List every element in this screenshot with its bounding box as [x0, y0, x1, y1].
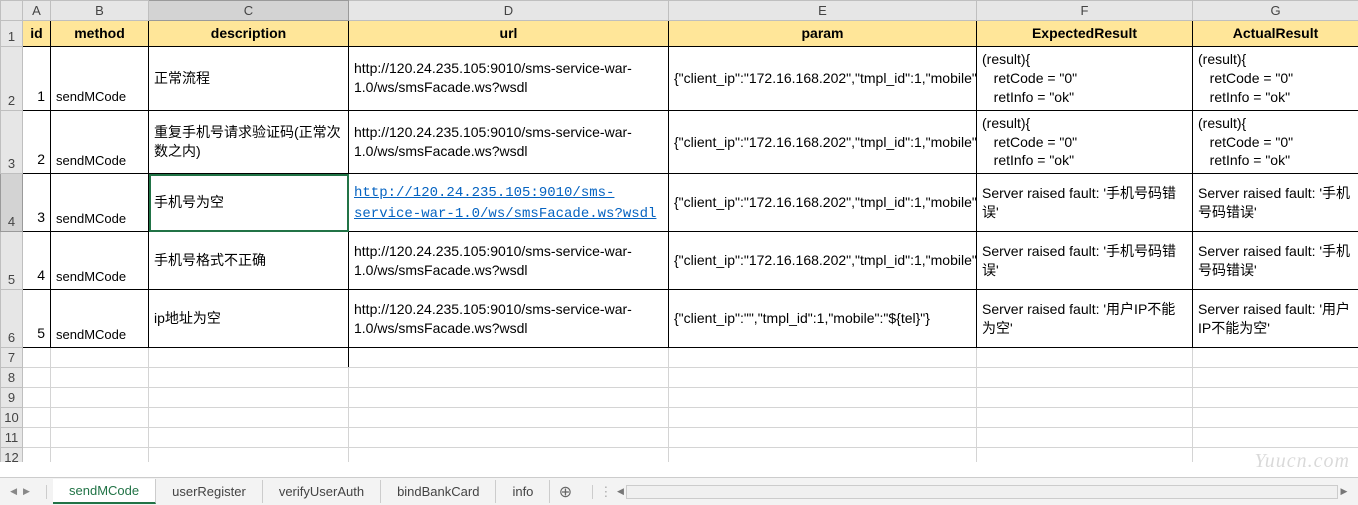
- cell-method[interactable]: sendMCode: [51, 47, 149, 111]
- split-handle-icon[interactable]: ⋮: [599, 484, 612, 500]
- hdr-id[interactable]: id: [23, 21, 51, 47]
- row-header[interactable]: 9: [1, 388, 23, 408]
- cell-param[interactable]: {"client_ip":"","tmpl_id":1,"mobile":"${…: [669, 290, 977, 348]
- cell-method[interactable]: sendMCode: [51, 110, 149, 174]
- watermark-text: Yuucn.com: [1255, 450, 1350, 473]
- hdr-expected[interactable]: ExpectedResult: [977, 21, 1193, 47]
- table-row[interactable]: 2 1 sendMCode 正常流程 http://120.24.235.105…: [1, 47, 1358, 111]
- empty-row[interactable]: 7: [1, 348, 1358, 368]
- cell-method[interactable]: sendMCode: [51, 174, 149, 232]
- cell-param[interactable]: {"client_ip":"172.16.168.202","tmpl_id":…: [669, 174, 977, 232]
- cell-id[interactable]: 4: [23, 232, 51, 290]
- url-hyperlink[interactable]: http://120.24.235.105:9010/sms-service-w…: [354, 185, 656, 222]
- row-header[interactable]: 7: [1, 348, 23, 368]
- cell-id[interactable]: 1: [23, 47, 51, 111]
- cell-expected[interactable]: (result){ retCode = "0" retInfo = "ok": [977, 47, 1193, 111]
- cell-expected[interactable]: (result){ retCode = "0" retInfo = "ok": [977, 110, 1193, 174]
- scroll-right-icon[interactable]: ▶: [1337, 486, 1351, 498]
- cell-actual[interactable]: Server raised fault: '手机号码错误': [1193, 174, 1358, 232]
- col-header-B[interactable]: B: [51, 1, 149, 21]
- row-header[interactable]: 10: [1, 408, 23, 428]
- horizontal-scrollbar[interactable]: ◀ ▶: [626, 485, 1338, 499]
- row-header[interactable]: 8: [1, 368, 23, 388]
- cell-url[interactable]: http://120.24.235.105:9010/sms-service-w…: [349, 232, 669, 290]
- empty-row[interactable]: 9: [1, 388, 1358, 408]
- row-header-4[interactable]: 4: [1, 174, 23, 232]
- table-header-row[interactable]: 1 id method description url param Expect…: [1, 21, 1358, 47]
- row-header-6[interactable]: 6: [1, 290, 23, 348]
- table-row[interactable]: 3 2 sendMCode 重复手机号请求验证码(正常次数之内) http://…: [1, 110, 1358, 174]
- cell-actual[interactable]: Server raised fault: '用户IP不能为空': [1193, 290, 1358, 348]
- cell-method[interactable]: sendMCode: [51, 290, 149, 348]
- row-header-3[interactable]: 3: [1, 110, 23, 174]
- scroll-left-icon[interactable]: ◀: [613, 486, 627, 498]
- col-header-E[interactable]: E: [669, 1, 977, 21]
- empty-row[interactable]: 10: [1, 408, 1358, 428]
- tab-verifyuserauth[interactable]: verifyUserAuth: [263, 480, 381, 503]
- table-row[interactable]: 5 4 sendMCode 手机号格式不正确 http://120.24.235…: [1, 232, 1358, 290]
- cell-actual[interactable]: (result){ retCode = "0" retInfo = "ok": [1193, 47, 1358, 111]
- cell-description[interactable]: 手机号格式不正确: [149, 232, 349, 290]
- cell-method[interactable]: sendMCode: [51, 232, 149, 290]
- hdr-url[interactable]: url: [349, 21, 669, 47]
- cell-expected[interactable]: Server raised fault: '手机号码错误': [977, 174, 1193, 232]
- cell-param[interactable]: {"client_ip":"172.16.168.202","tmpl_id":…: [669, 232, 977, 290]
- col-header-D[interactable]: D: [349, 1, 669, 21]
- empty-row[interactable]: 8: [1, 368, 1358, 388]
- cell-id[interactable]: 2: [23, 110, 51, 174]
- cell-url[interactable]: http://120.24.235.105:9010/sms-service-w…: [349, 174, 669, 232]
- cell-description-selected[interactable]: 手机号为空: [149, 174, 349, 232]
- column-header-row[interactable]: A B C D E F G: [1, 1, 1358, 21]
- col-header-G[interactable]: G: [1193, 1, 1358, 21]
- empty-row[interactable]: 11: [1, 428, 1358, 448]
- row-header-5[interactable]: 5: [1, 232, 23, 290]
- cell-description[interactable]: ip地址为空: [149, 290, 349, 348]
- col-header-C[interactable]: C: [149, 1, 349, 21]
- tab-next-icon[interactable]: ▶: [23, 486, 30, 497]
- new-sheet-button[interactable]: ⊕: [550, 482, 580, 502]
- cell-param[interactable]: {"client_ip":"172.16.168.202","tmpl_id":…: [669, 110, 977, 174]
- cell-description[interactable]: 重复手机号请求验证码(正常次数之内): [149, 110, 349, 174]
- empty-row[interactable]: 12: [1, 448, 1358, 462]
- tab-bindbankcard[interactable]: bindBankCard: [381, 480, 496, 503]
- col-header-F[interactable]: F: [977, 1, 1193, 21]
- select-all-corner[interactable]: [1, 1, 23, 21]
- cell-id[interactable]: 3: [23, 174, 51, 232]
- cell-expected[interactable]: Server raised fault: '用户IP不能为空': [977, 290, 1193, 348]
- cell-actual[interactable]: Server raised fault: '手机号码错误': [1193, 232, 1358, 290]
- cell-actual[interactable]: (result){ retCode = "0" retInfo = "ok": [1193, 110, 1358, 174]
- cell-url[interactable]: http://120.24.235.105:9010/sms-service-w…: [349, 290, 669, 348]
- tab-sendmcode[interactable]: sendMCode: [53, 479, 156, 504]
- cell-url[interactable]: http://120.24.235.105:9010/sms-service-w…: [349, 110, 669, 174]
- table-row[interactable]: 6 5 sendMCode ip地址为空 http://120.24.235.1…: [1, 290, 1358, 348]
- cell-param[interactable]: {"client_ip":"172.16.168.202","tmpl_id":…: [669, 47, 977, 111]
- tab-info[interactable]: info: [496, 480, 550, 503]
- hdr-actual[interactable]: ActualResult: [1193, 21, 1358, 47]
- col-header-A[interactable]: A: [23, 1, 51, 21]
- row-header[interactable]: 12: [1, 448, 23, 462]
- table-row[interactable]: 4 3 sendMCode 手机号为空 http://120.24.235.10…: [1, 174, 1358, 232]
- row-header-2[interactable]: 2: [1, 47, 23, 111]
- hdr-param[interactable]: param: [669, 21, 977, 47]
- cell-description[interactable]: 正常流程: [149, 47, 349, 111]
- tab-prev-icon[interactable]: ◀: [10, 486, 17, 497]
- row-header[interactable]: 11: [1, 428, 23, 448]
- cell-id[interactable]: 5: [23, 290, 51, 348]
- tab-userregister[interactable]: userRegister: [156, 480, 263, 503]
- row-header-1[interactable]: 1: [1, 21, 23, 47]
- cell-url[interactable]: http://120.24.235.105:9010/sms-service-w…: [349, 47, 669, 111]
- cell-expected[interactable]: Server raised fault: '手机号码错误': [977, 232, 1193, 290]
- hdr-method[interactable]: method: [51, 21, 149, 47]
- tab-nav-arrows[interactable]: ◀ ▶: [0, 486, 40, 497]
- spreadsheet-grid[interactable]: A B C D E F G 1 id method description ur…: [0, 0, 1358, 462]
- sheet-tab-strip: ◀ ▶ sendMCode userRegister verifyUserAut…: [0, 477, 1358, 505]
- hdr-description[interactable]: description: [149, 21, 349, 47]
